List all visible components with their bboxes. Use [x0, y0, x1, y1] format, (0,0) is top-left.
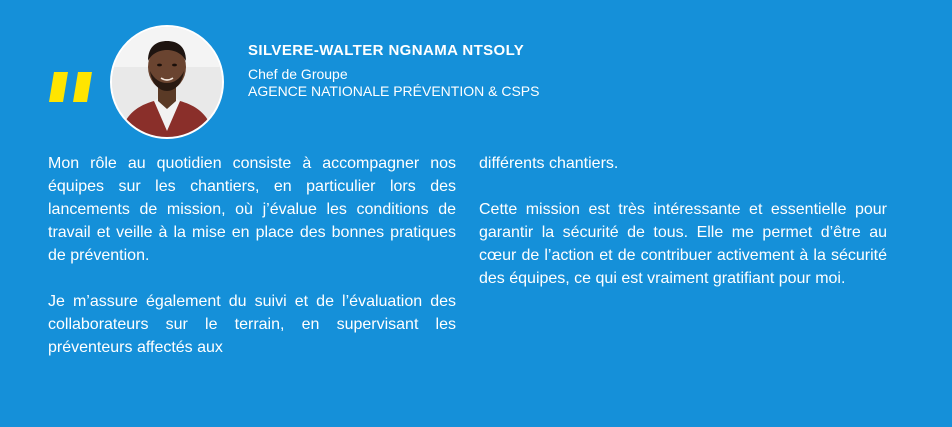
testimonial-left-column: Mon rôle au quotidien consiste à accompa…	[48, 152, 456, 359]
person-header: SILVERE-WALTER NGNAMA NTSOLY Chef de Gro…	[248, 42, 768, 100]
avatar	[110, 25, 224, 139]
double-quote-icon	[49, 72, 92, 102]
person-name: SILVERE-WALTER NGNAMA NTSOLY	[248, 42, 525, 59]
testimonial-paragraph: Mon rôle au quotidien consiste à accompa…	[48, 155, 456, 264]
testimonial-right-column: différents chantiers. Cette mission est …	[479, 152, 887, 290]
testimonial-paragraph: Je m’assure également du suivi et de l’é…	[48, 293, 456, 356]
portrait-photo	[112, 27, 222, 137]
testimonial-paragraph: Cette mission est très intéressante et e…	[479, 201, 887, 287]
person-organization: AGENCE NATIONALE PRÉVENTION & CSPS	[248, 83, 540, 99]
person-role: Chef de Groupe	[248, 66, 348, 82]
testimonial-card: SILVERE-WALTER NGNAMA NTSOLY Chef de Gro…	[0, 0, 952, 427]
testimonial-paragraph: différents chantiers.	[479, 155, 619, 172]
